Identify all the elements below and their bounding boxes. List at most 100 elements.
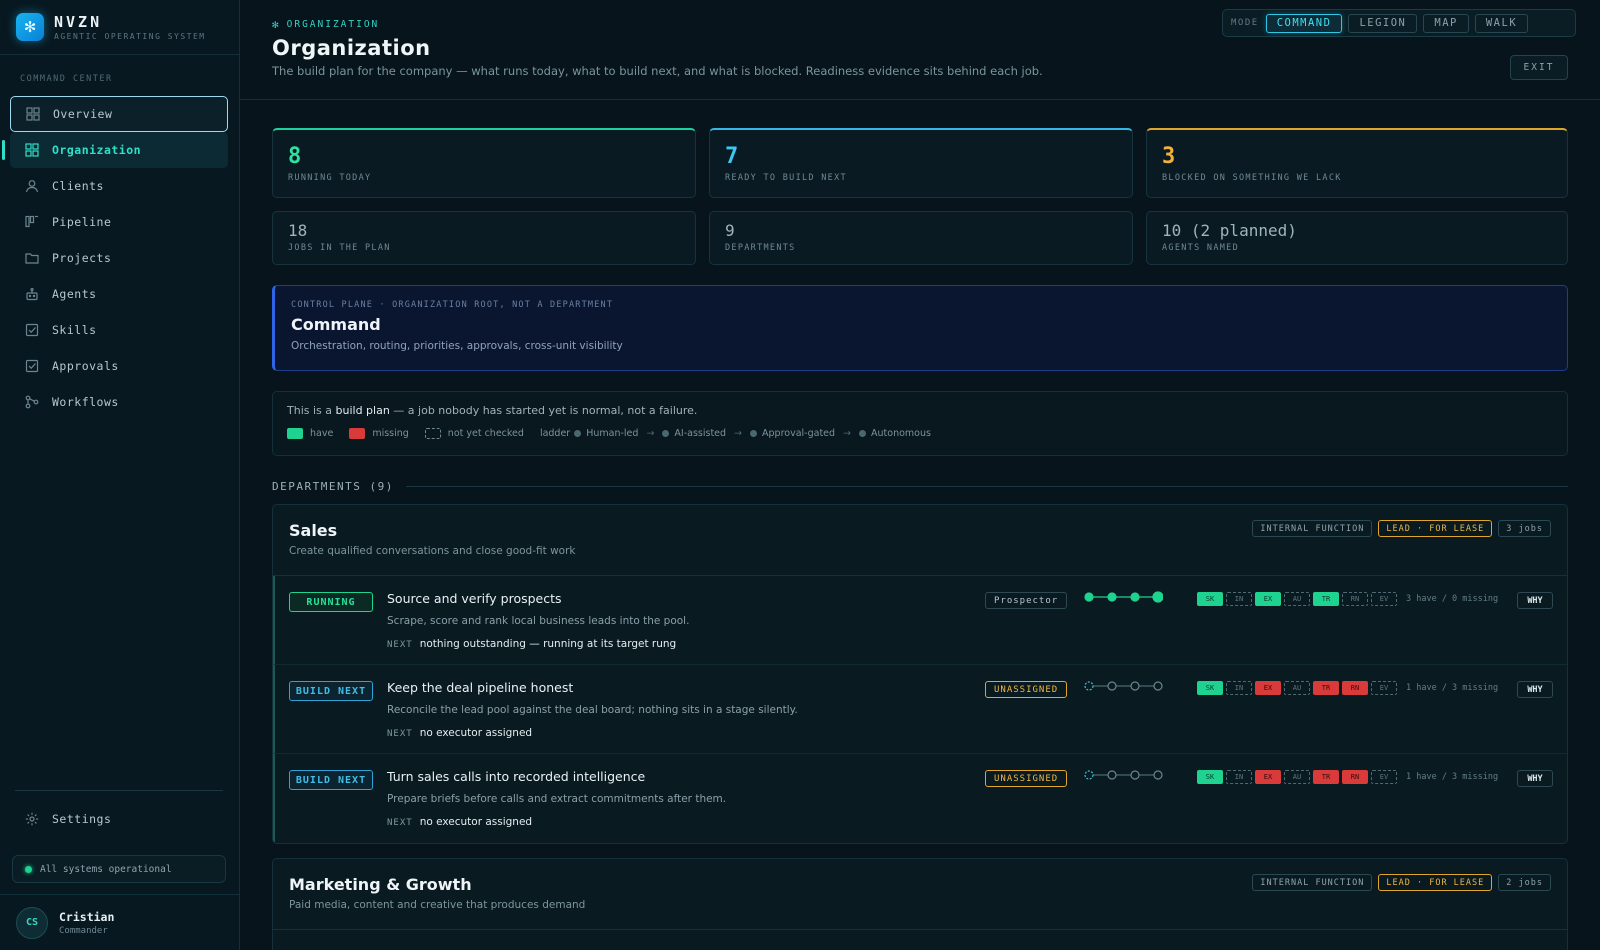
sidebar-item-label: Organization — [52, 143, 142, 157]
job-next: NEXT no executor assigned — [387, 727, 532, 739]
mode-label: MODE — [1231, 18, 1259, 28]
gear-icon — [24, 811, 40, 827]
robot-icon — [24, 286, 40, 302]
command-title: Command — [291, 315, 381, 334]
sidebar-item-label: Overview — [53, 107, 113, 121]
ladder-rung — [1084, 592, 1094, 602]
department-description: Create qualified conversations and close… — [289, 545, 576, 557]
dot-icon — [574, 430, 582, 437]
ladder-rung — [1130, 592, 1140, 602]
why-button[interactable]: WHY — [1517, 592, 1553, 609]
evidence-pip: SK — [1197, 770, 1223, 784]
sidebar-item-clients[interactable]: Clients — [10, 168, 228, 204]
job-row[interactable]: BUILD NEXT Turn sales calls into recorde… — [273, 754, 1567, 843]
job-title: Turn sales calls into recorded intellige… — [387, 769, 646, 784]
folder-icon — [24, 250, 40, 266]
sidebar-item-workflows[interactable]: Workflows — [10, 384, 228, 420]
ladder-rung — [1153, 770, 1163, 780]
command-description: Orchestration, routing, priorities, appr… — [291, 340, 623, 352]
ladder-rung — [1107, 681, 1117, 691]
page-header: ✻ ORGANIZATION Organization The build pl… — [240, 0, 1600, 100]
stat-ready-next: 7 READY TO BUILD NEXT — [709, 128, 1133, 198]
tag-job-count: 2 jobs — [1498, 874, 1551, 891]
avatar: CS — [16, 906, 48, 939]
sidebar-item-skills[interactable]: Skills — [10, 312, 228, 348]
next-value: nothing outstanding — running at its tar… — [419, 638, 677, 650]
evidence-pips: SK IN EX AU TR RN EV — [1197, 770, 1400, 784]
legend-have: have — [287, 428, 333, 439]
user-profile[interactable]: CS Cristian Commander — [0, 894, 240, 950]
user-role: Commander — [59, 925, 108, 936]
department-header[interactable]: Sales Create qualified conversations and… — [273, 505, 1567, 576]
ladder-rung — [1084, 770, 1094, 780]
stat-label: BLOCKED ON SOMETHING WE LACK — [1162, 173, 1342, 183]
job-owner-badge: UNASSIGNED — [985, 681, 1068, 698]
job-row[interactable]: RUNNING Source and verify prospects Scra… — [273, 576, 1567, 665]
sidebar-item-projects[interactable]: Projects — [10, 240, 228, 276]
stat-label: JOBS IN THE PLAN — [288, 243, 391, 253]
sidebar-item-label: Pipeline — [52, 215, 112, 229]
evidence-pip: EX — [1255, 770, 1281, 784]
tag-internal-function: INTERNAL FUNCTION — [1252, 520, 1373, 537]
job-state-badge: BUILD NEXT — [289, 681, 373, 701]
evidence-pip: EX — [1255, 592, 1281, 606]
sidebar-item-label: Projects — [52, 251, 112, 265]
job-owner-badge: Prospector — [985, 592, 1068, 609]
stat-value: 9 — [725, 221, 735, 240]
spark-icon: ✻ — [272, 18, 281, 31]
job-next: NEXT no executor assigned — [387, 816, 532, 828]
brand[interactable]: ✻ NVZN AGENTIC OPERATING SYSTEM — [0, 0, 239, 55]
why-button[interactable]: WHY — [1517, 770, 1553, 787]
evidence-pip: TR — [1313, 770, 1339, 784]
sidebar-item-agents[interactable]: Agents — [10, 276, 228, 312]
not-checked-swatch — [424, 428, 441, 439]
stat-blocked: 3 BLOCKED ON SOMETHING WE LACK — [1146, 128, 1568, 198]
department-header[interactable]: Marketing & Growth Paid media, content a… — [273, 859, 1567, 930]
departments-heading: DEPARTMENTS (9) — [272, 480, 1568, 493]
brand-name: NVZN — [54, 13, 103, 31]
ladder-step-label: Human-led — [586, 428, 639, 439]
department-marketing-growth: Marketing & Growth Paid media, content a… — [272, 858, 1568, 950]
legend-not-checked: not yet checked — [424, 428, 524, 439]
mode-switcher: MODE COMMAND LEGION MAP WALK — [1222, 9, 1576, 37]
nav-section-label: COMMAND CENTER — [20, 74, 113, 84]
ladder-rungs — [1084, 770, 1163, 780]
sidebar-divider — [15, 790, 223, 791]
job-description: Reconcile the lead pool against the deal… — [387, 704, 798, 716]
evidence-pip: IN — [1226, 681, 1252, 695]
stat-value: 18 — [288, 221, 308, 240]
ladder-step: Human-led — [574, 428, 638, 439]
arrow-icon: → — [843, 428, 852, 439]
evidence-pip: EV — [1371, 681, 1397, 695]
ladder-step: AI-assisted — [662, 428, 726, 439]
job-state-badge: BUILD NEXT — [289, 770, 373, 790]
note-emphasis: build plan — [335, 404, 390, 417]
why-button[interactable]: WHY — [1517, 681, 1553, 698]
dot-icon — [750, 430, 758, 437]
sidebar-item-pipeline[interactable]: Pipeline — [10, 204, 228, 240]
mode-map-button[interactable]: MAP — [1423, 13, 1469, 33]
brand-tagline: AGENTIC OPERATING SYSTEM — [54, 32, 206, 41]
mode-legion-button[interactable]: LEGION — [1348, 13, 1418, 33]
sidebar-item-settings[interactable]: Settings — [10, 801, 228, 837]
ladder-rung — [1130, 681, 1140, 691]
mode-command-button[interactable]: COMMAND — [1265, 13, 1343, 33]
command-card[interactable]: CONTROL PLANE · ORGANIZATION ROOT, NOT A… — [272, 285, 1568, 371]
job-row[interactable]: BUILD NEXT Keep the deal pipeline honest… — [273, 665, 1567, 754]
stat-value: 8 — [288, 144, 302, 169]
job-title: Keep the deal pipeline honest — [387, 680, 574, 695]
ladder-rung — [1107, 592, 1117, 602]
mode-walk-button[interactable]: WALK — [1474, 13, 1529, 33]
ladder-rung — [1084, 681, 1094, 691]
sidebar-item-approvals[interactable]: Approvals — [10, 348, 228, 384]
sidebar-item-organization[interactable]: Organization — [2, 132, 228, 168]
sidebar-item-overview[interactable]: Overview — [10, 96, 228, 132]
next-key: NEXT — [387, 818, 413, 828]
arrow-icon: → — [734, 428, 743, 439]
dot-icon — [662, 430, 670, 437]
grid-icon — [25, 106, 41, 122]
exit-button[interactable]: EXIT — [1510, 55, 1568, 80]
next-value: no executor assigned — [419, 727, 533, 739]
department-description: Paid media, content and creative that pr… — [289, 899, 586, 911]
tag-internal-function: INTERNAL FUNCTION — [1252, 874, 1373, 891]
